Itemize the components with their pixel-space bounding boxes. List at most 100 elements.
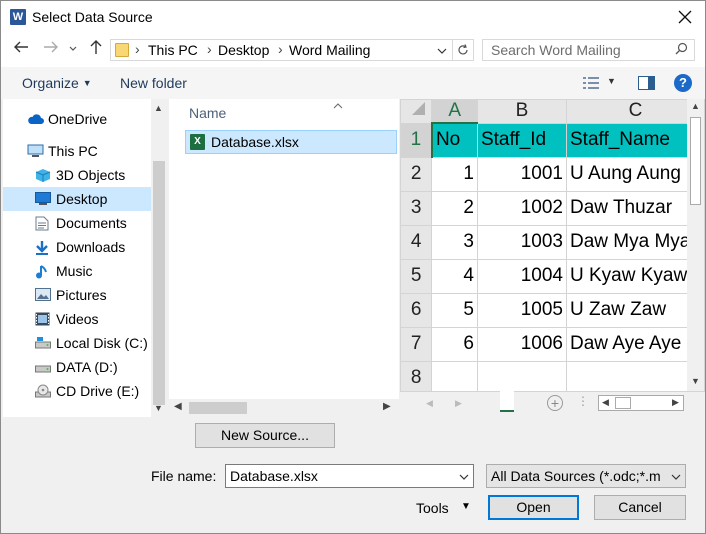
desktop-icon xyxy=(35,192,51,206)
preview-horizontal-scrollbar[interactable]: ◀ ▶ xyxy=(598,395,684,411)
sidebar-item-label: Music xyxy=(56,263,93,279)
recent-locations-dropdown[interactable] xyxy=(63,39,83,61)
help-icon[interactable]: ? xyxy=(674,74,692,92)
sidebar-item-label: Local Disk (C:) xyxy=(56,335,148,351)
cancel-button[interactable]: Cancel xyxy=(594,495,686,520)
document-icon xyxy=(35,216,51,231)
header-cell-staff-name: Staff_Name xyxy=(566,122,705,158)
navigation-scrollbar[interactable]: ▲ ▼ xyxy=(151,99,167,417)
caret-down-icon[interactable]: ▼ xyxy=(607,76,616,86)
forward-arrow-icon xyxy=(44,41,58,53)
sidebar-item-label: OneDrive xyxy=(48,111,108,127)
chevron-down-icon xyxy=(69,46,77,51)
scroll-thumb[interactable] xyxy=(690,117,701,205)
sheet-prev-icon[interactable]: ◀ xyxy=(426,398,433,409)
column-header-c: C xyxy=(566,99,705,124)
navigation-pane: OneDrive This PC 3D Objects Desktop Docu… xyxy=(3,99,167,417)
breadcrumb-word-mailing[interactable]: Word Mailing xyxy=(289,42,370,58)
organize-label: Organize xyxy=(22,75,79,91)
new-source-button[interactable]: New Source... xyxy=(195,423,335,448)
cell: 1005 xyxy=(476,292,568,328)
back-button[interactable] xyxy=(11,39,31,61)
breadcrumb-this-pc[interactable]: This PC xyxy=(148,42,198,58)
scroll-down-icon[interactable]: ▼ xyxy=(691,376,700,386)
scroll-thumb[interactable] xyxy=(615,397,631,409)
window-title: Select Data Source xyxy=(32,9,153,25)
breadcrumb-desktop[interactable]: Desktop xyxy=(218,42,269,58)
new-folder-button[interactable]: New folder xyxy=(120,75,187,91)
close-icon xyxy=(678,10,692,24)
sidebar-item-pictures[interactable]: Pictures xyxy=(3,283,151,307)
sidebar-item-3d-objects[interactable]: 3D Objects xyxy=(3,163,151,187)
sidebar-item-this-pc[interactable]: This PC xyxy=(3,139,151,163)
sidebar-item-label: Videos xyxy=(56,311,99,327)
scroll-left-icon[interactable]: ◀ xyxy=(602,397,609,408)
cell: U Aung Aung xyxy=(566,156,705,192)
file-name-field[interactable]: Database.xlsx xyxy=(225,464,474,488)
sidebar-item-onedrive[interactable]: OneDrive xyxy=(3,107,151,131)
sidebar-item-data-d[interactable]: DATA (D:) xyxy=(3,355,151,379)
cell: 1006 xyxy=(476,326,568,362)
sidebar-item-label: Documents xyxy=(56,215,127,231)
cell xyxy=(566,360,705,396)
file-item[interactable]: X Database.xlsx xyxy=(185,130,397,154)
sort-ascending-icon xyxy=(333,97,343,112)
chevron-down-icon xyxy=(669,469,681,483)
sidebar-item-documents[interactable]: Documents xyxy=(3,211,151,235)
scroll-down-icon[interactable]: ▼ xyxy=(154,403,163,413)
sheet-tab[interactable] xyxy=(500,390,514,412)
search-box[interactable]: Search Word Mailing xyxy=(482,39,695,61)
cell: 5 xyxy=(431,292,478,328)
navigation-bar: › This PC › Desktop › Word Mailing Searc… xyxy=(1,33,705,67)
row-header: 7 xyxy=(400,326,433,362)
preview-vertical-scrollbar[interactable]: ▲ ▼ xyxy=(687,99,704,391)
forward-button[interactable] xyxy=(41,39,61,61)
row-header: 4 xyxy=(400,224,433,260)
cell: 1004 xyxy=(476,258,568,294)
address-dropdown-button[interactable] xyxy=(432,40,452,60)
row-header: 1 xyxy=(400,122,433,158)
spreadsheet-preview: A B C 1 No Staff_Id Staff_Name 2 1 1001 … xyxy=(400,99,705,417)
sidebar-item-videos[interactable]: Videos xyxy=(3,307,151,331)
close-button[interactable] xyxy=(673,5,697,29)
file-list-scrollbar[interactable]: ◀ ▶ xyxy=(169,399,399,417)
cell: U Kyaw Kyaw xyxy=(566,258,705,294)
up-button[interactable] xyxy=(86,39,106,61)
address-bar[interactable]: › This PC › Desktop › Word Mailing xyxy=(110,39,474,61)
sidebar-item-cd-drive-e[interactable]: CD Drive (E:) xyxy=(3,379,151,403)
drive-icon xyxy=(35,360,51,374)
music-icon xyxy=(35,264,51,279)
scroll-up-icon[interactable]: ▲ xyxy=(154,103,163,113)
scroll-up-icon[interactable]: ▲ xyxy=(691,101,700,111)
caret-down-icon[interactable]: ▼ xyxy=(461,501,471,512)
scroll-right-icon[interactable]: ▶ xyxy=(672,397,679,408)
excel-icon: X xyxy=(190,134,205,150)
file-type-select[interactable]: All Data Sources (*.odc;*.m xyxy=(486,464,686,488)
column-header-name[interactable]: Name xyxy=(189,105,226,121)
video-icon xyxy=(35,312,51,326)
sidebar-item-music[interactable]: Music xyxy=(3,259,151,283)
cloud-icon xyxy=(27,112,44,126)
refresh-button[interactable] xyxy=(452,40,473,60)
sidebar-item-downloads[interactable]: Downloads xyxy=(3,235,151,259)
sidebar-item-desktop[interactable]: Desktop xyxy=(3,187,151,211)
row-header: 5 xyxy=(400,258,433,294)
preview-pane-icon xyxy=(638,76,655,90)
chevron-down-icon[interactable] xyxy=(459,469,469,483)
view-options-button[interactable] xyxy=(583,76,599,93)
header-cell-no: No xyxy=(431,122,478,158)
preview-pane-button[interactable] xyxy=(638,76,655,93)
scroll-thumb[interactable] xyxy=(189,402,247,414)
caret-down-icon: ▼ xyxy=(82,78,92,88)
organize-button[interactable]: Organize ▼ xyxy=(22,75,92,91)
open-button[interactable]: Open xyxy=(488,495,579,520)
add-sheet-icon[interactable]: + xyxy=(547,395,563,411)
cell: 1003 xyxy=(476,224,568,260)
sheet-next-icon[interactable]: ▶ xyxy=(455,398,462,409)
scroll-left-icon[interactable]: ◀ xyxy=(174,401,182,412)
select-all-corner xyxy=(400,99,433,124)
sidebar-item-local-disk-c[interactable]: Local Disk (C:) xyxy=(3,331,151,355)
scroll-thumb[interactable] xyxy=(153,161,165,405)
scroll-right-icon[interactable]: ▶ xyxy=(383,401,391,412)
tools-menu-button[interactable]: Tools xyxy=(416,500,449,516)
